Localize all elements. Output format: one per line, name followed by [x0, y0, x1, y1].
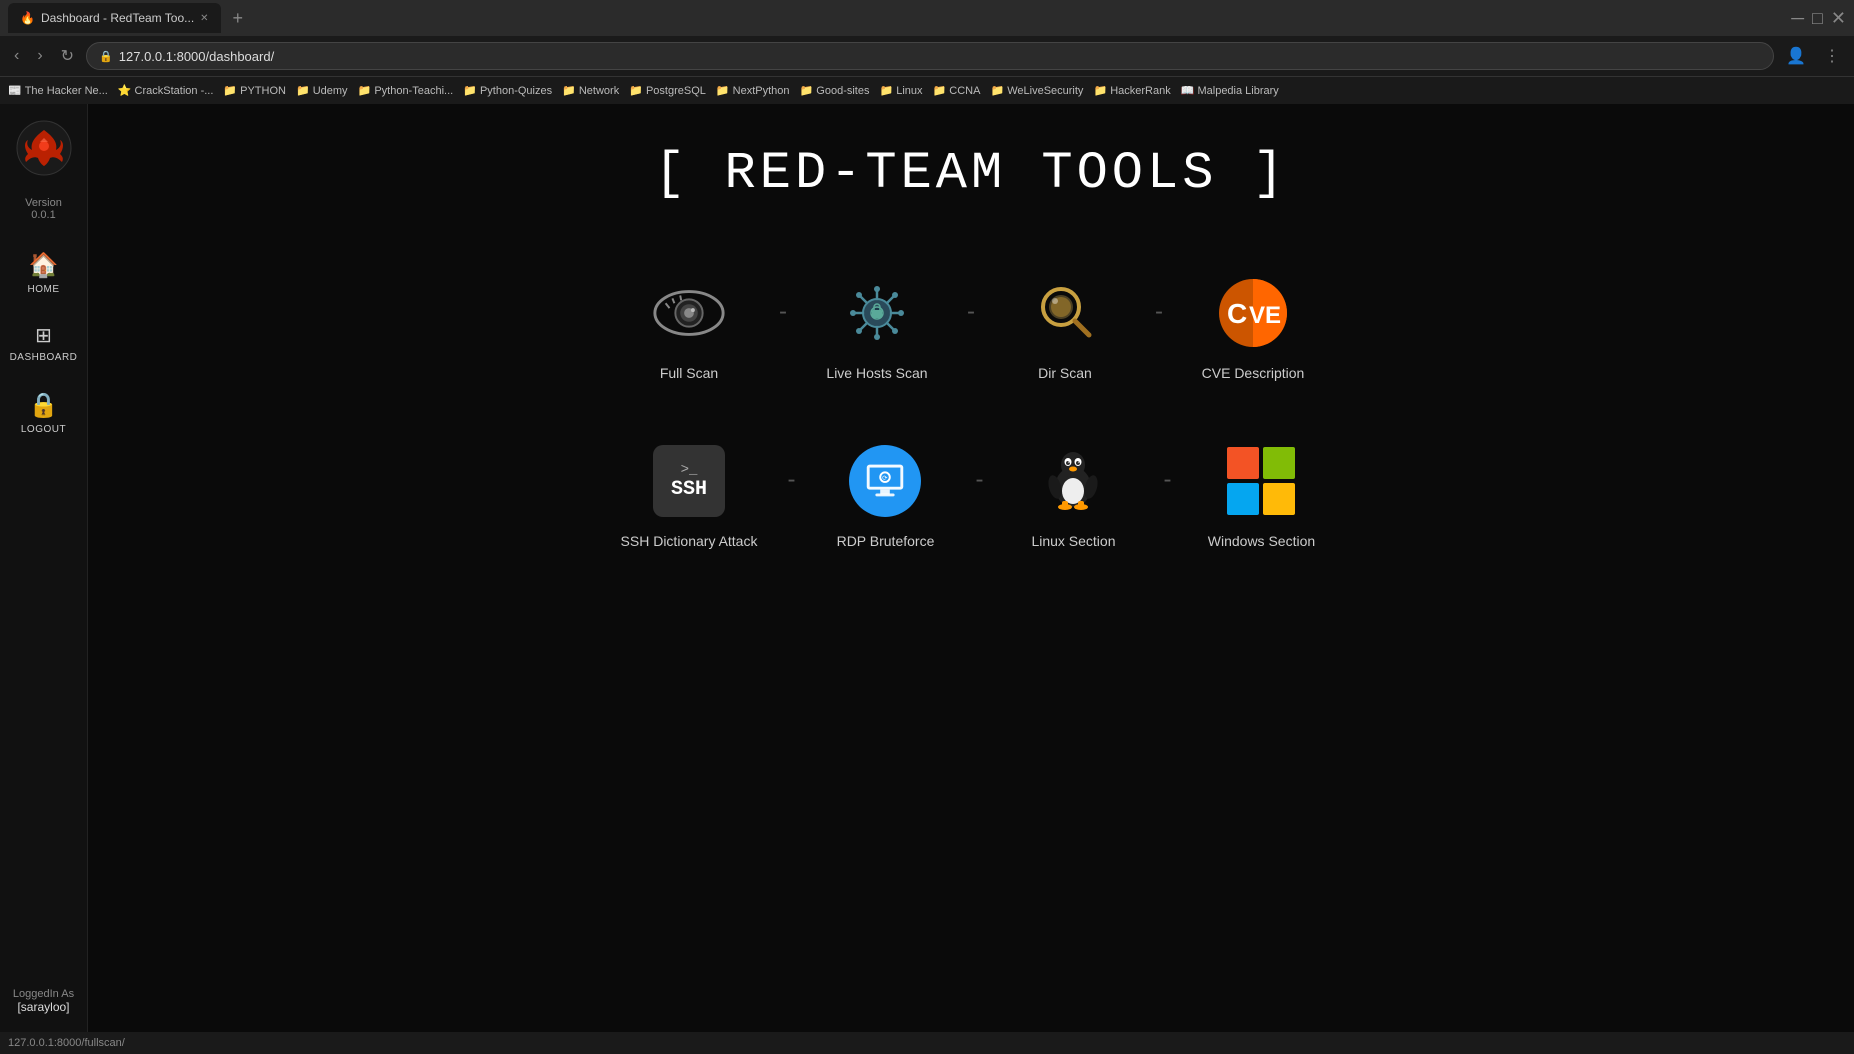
tab-close-button[interactable]: ✕	[200, 13, 208, 24]
bookmark-ccna[interactable]: 📁 CCNA	[933, 84, 981, 97]
username-display: [sarayloo]	[13, 1000, 74, 1014]
bookmark-postgresql[interactable]: 📁 PostgreSQL	[629, 84, 706, 97]
rdp-bruteforce-label: RDP Bruteforce	[837, 533, 935, 549]
full-scan-label: Full Scan	[660, 365, 718, 381]
windows-quad-yellow	[1263, 483, 1295, 515]
tool-live-hosts-scan[interactable]: Live Hosts Scan	[797, 263, 957, 391]
bookmark-python-quizes[interactable]: 📁 Python-Quizes	[463, 84, 552, 97]
separator-4: -	[787, 466, 795, 494]
svg-text:⟳: ⟳	[883, 475, 889, 482]
ssh-icon: >_ SSH	[653, 445, 725, 517]
sidebar-version: Version 0.0.1	[25, 197, 62, 221]
sidebar-item-dashboard[interactable]: ⊞ Dashboard	[0, 313, 87, 373]
rdp-bruteforce-icon-wrap: ⟳	[845, 441, 925, 521]
svg-text:VE: VE	[1249, 302, 1281, 329]
tool-ssh-dictionary-attack[interactable]: >_ SSH SSH Dictionary Attack	[601, 431, 778, 559]
dashboard-icon: ⊞	[35, 323, 52, 348]
windows-icon	[1227, 447, 1295, 515]
dir-scan-icon-wrap	[1025, 273, 1105, 353]
tools-grid: Full Scan -	[571, 263, 1371, 559]
status-url: 127.0.0.1:8000/fullscan/	[8, 1037, 125, 1049]
windows-section-icon-wrap	[1221, 441, 1301, 521]
browser-nav: ‹ › ↻ 🔒 127.0.0.1:8000/dashboard/ 👤 ⋮	[0, 36, 1854, 76]
home-icon: 🏠	[29, 251, 59, 280]
browser-bookmarks: 📰 The Hacker Ne... ⭐ CrackStation -... 📁…	[0, 76, 1854, 104]
sidebar: Version 0.0.1 🏠 HOME ⊞ Dashboard 🔒 LOGOU…	[0, 104, 88, 1054]
logout-label: LOGOUT	[21, 424, 66, 435]
sidebar-user-section: LoggedIn As [sarayloo]	[13, 988, 74, 1014]
tool-dir-scan[interactable]: Dir Scan	[985, 263, 1145, 391]
bookmark-network[interactable]: 📁 Network	[562, 84, 619, 97]
bookmark-hackernews[interactable]: 📰 The Hacker Ne...	[8, 84, 108, 97]
tab-title: Dashboard - RedTeam Too...	[41, 11, 194, 25]
bookmark-udemy[interactable]: 📁 Udemy	[296, 84, 348, 97]
main-content: [ RED-TEAM TOOLS ]	[88, 104, 1854, 1054]
logged-in-as-label: LoggedIn As	[13, 988, 74, 1000]
reload-button[interactable]: ↻	[55, 42, 80, 70]
ssh-dictionary-attack-icon-wrap: >_ SSH	[649, 441, 729, 521]
minimize-button[interactable]: ─	[1791, 8, 1804, 29]
cve-description-icon-wrap: C VE	[1213, 273, 1293, 353]
bookmark-linux[interactable]: 📁 Linux	[879, 84, 922, 97]
browser-titlebar: 🔥 Dashboard - RedTeam Too... ✕ + ─ □ ✕	[0, 0, 1854, 36]
tool-cve-description[interactable]: C VE CVE Description	[1173, 263, 1333, 391]
tool-full-scan[interactable]: Full Scan	[609, 263, 769, 391]
live-hosts-scan-label: Live Hosts Scan	[826, 365, 927, 381]
home-label: HOME	[28, 284, 60, 295]
browser-frame: 🔥 Dashboard - RedTeam Too... ✕ + ─ □ ✕ ‹…	[0, 0, 1854, 104]
sidebar-item-home[interactable]: 🏠 HOME	[0, 241, 87, 305]
bookmark-welivesecurity[interactable]: 📁 WeLiveSecurity	[990, 84, 1083, 97]
status-bar: 127.0.0.1:8000/fullscan/	[0, 1032, 1854, 1054]
bookmark-hackerrank[interactable]: 📁 HackerRank	[1093, 84, 1170, 97]
new-tab-button[interactable]: +	[229, 8, 248, 29]
linux-section-icon-wrap	[1033, 441, 1113, 521]
svg-text:C: C	[1227, 298, 1247, 329]
bookmark-python[interactable]: 📁 PYTHON	[223, 84, 286, 97]
extensions-button[interactable]: 👤	[1780, 42, 1812, 70]
tux-icon	[1037, 445, 1109, 517]
settings-button[interactable]: ⋮	[1818, 42, 1846, 70]
bookmark-good-sites[interactable]: 📁 Good-sites	[800, 84, 870, 97]
live-hosts-scan-icon-wrap	[837, 273, 917, 353]
tools-row-2: >_ SSH SSH Dictionary Attack -	[571, 431, 1371, 559]
back-button[interactable]: ‹	[8, 43, 25, 69]
windows-quad-red	[1227, 447, 1259, 479]
linux-section-label: Linux Section	[1031, 533, 1115, 549]
maximize-button[interactable]: □	[1812, 8, 1823, 29]
tool-windows-section[interactable]: Windows Section	[1181, 431, 1341, 559]
windows-section-label: Windows Section	[1208, 533, 1315, 549]
ssh-dictionary-attack-label: SSH Dictionary Attack	[621, 533, 758, 549]
separator-5: -	[975, 466, 983, 494]
app-wrapper: Version 0.0.1 🏠 HOME ⊞ Dashboard 🔒 LOGOU…	[0, 104, 1854, 1054]
sidebar-logo	[16, 120, 72, 189]
separator-1: -	[779, 298, 787, 326]
dir-scan-label: Dir Scan	[1038, 365, 1092, 381]
sidebar-item-logout[interactable]: 🔒 LOGOUT	[0, 381, 87, 445]
separator-2: -	[967, 298, 975, 326]
bookmark-nextpython[interactable]: 📁 NextPython	[716, 84, 790, 97]
cve-description-label: CVE Description	[1202, 365, 1305, 381]
tool-linux-section[interactable]: Linux Section	[993, 431, 1153, 559]
bookmark-python-teaching[interactable]: 📁 Python-Teachi...	[358, 84, 454, 97]
forward-button[interactable]: ›	[31, 43, 48, 69]
dashboard-label: Dashboard	[10, 352, 78, 363]
tool-rdp-bruteforce[interactable]: ⟳ RDP Bruteforce	[805, 431, 965, 559]
tools-row-1: Full Scan -	[571, 263, 1371, 391]
bookmark-malpedia[interactable]: 📖 Malpedia Library	[1181, 84, 1279, 97]
full-scan-icon-wrap	[649, 273, 729, 353]
bookmark-crackstation[interactable]: ⭐ CrackStation -...	[118, 84, 214, 97]
windows-quad-blue	[1227, 483, 1259, 515]
url-display: 127.0.0.1:8000/dashboard/	[119, 49, 274, 64]
address-bar[interactable]: 🔒 127.0.0.1:8000/dashboard/	[86, 42, 1774, 70]
browser-tab[interactable]: 🔥 Dashboard - RedTeam Too... ✕	[8, 3, 221, 33]
rdp-icon: ⟳	[849, 445, 921, 517]
logout-icon: 🔒	[29, 391, 59, 420]
windows-quad-green	[1263, 447, 1295, 479]
close-button[interactable]: ✕	[1831, 8, 1846, 29]
separator-6: -	[1163, 466, 1171, 494]
page-title: [ RED-TEAM TOOLS ]	[654, 144, 1288, 203]
separator-3: -	[1155, 298, 1163, 326]
